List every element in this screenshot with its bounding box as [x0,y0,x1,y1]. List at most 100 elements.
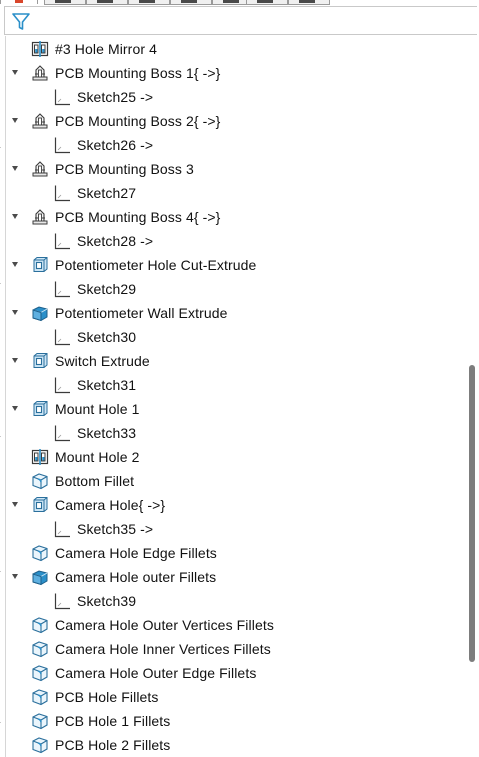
sketch-icon [53,592,71,610]
tab-extra[interactable] [288,0,330,5]
mounting-boss-icon [31,112,49,130]
cut-extrude-icon [31,496,49,514]
tree-item-label: Sketch30 [77,329,137,345]
boss-extrude-icon [31,304,49,322]
tree-feature-row[interactable]: #3 Hole Mirror 4 [6,37,466,61]
sketch-icon [53,136,71,154]
property-icon [55,0,71,3]
expander-chevron-icon[interactable] [12,502,18,507]
filter-icon[interactable] [12,12,30,36]
expander-chevron-icon[interactable] [12,358,18,363]
cut-extrude-icon [31,400,49,418]
tree-item-label: Camera Hole Inner Vertices Fillets [55,641,271,657]
sketch-icon [53,280,71,298]
tree-item-label: Bottom Fillet [55,473,135,489]
tree-filter[interactable] [4,6,477,35]
appearance-icon [257,0,273,3]
tree-feature-row[interactable]: PCB Mounting Boss 4{ ->} [6,205,466,229]
sketch-icon [53,328,71,346]
tree-item-label: Camera Hole Outer Edge Fillets [55,665,257,681]
feature-tree: #3 Hole Mirror 4 PCB Mounting Boss 1{ ->}… [5,36,476,757]
tree-item-label: Mount Hole 2 [55,449,140,465]
tree-child-row[interactable]: Sketch26 -> [6,133,466,157]
boss-extrude-icon [31,568,49,586]
tree-item-label: Sketch27 [77,185,137,201]
tree-child-row[interactable]: Sketch35 -> [6,517,466,541]
fillet-icon [31,688,49,706]
tree-item-label: PCB Hole 1 Fillets [55,713,171,729]
tree-item-label: Sketch33 [77,425,137,441]
expander-chevron-icon[interactable] [12,262,18,267]
tree-item-label: Sketch29 [77,281,137,297]
tree-item-label: PCB Hole Fillets [55,689,159,705]
expander-chevron-icon[interactable] [12,214,18,219]
hole-series-icon [31,40,49,58]
tree-feature-row[interactable]: Mount Hole 1 [6,397,466,421]
sketch-icon [53,184,71,202]
tree-child-row[interactable]: Sketch25 -> [6,85,466,109]
tree-feature-row[interactable]: PCB Hole 2 Fillets [6,733,466,757]
tab-propertymanager[interactable] [44,0,86,5]
tab-featuremanager[interactable] [0,0,38,4]
cut-extrude-icon [31,256,49,274]
sketch-icon [53,232,71,250]
expander-chevron-icon[interactable] [12,310,18,315]
dimxpert-icon [139,0,155,3]
vertical-scrollbar[interactable] [467,36,477,757]
tree-child-row[interactable]: Sketch28 -> [6,229,466,253]
tree-child-row[interactable]: Sketch39 [6,589,466,613]
divider [0,436,1,437]
tree-feature-row[interactable]: Potentiometer Hole Cut-Extrude [6,253,466,277]
cut-extrude-icon [31,352,49,370]
tree-feature-row[interactable]: PCB Hole Fillets [6,685,466,709]
tree-item-label: Mount Hole 1 [55,401,140,417]
expander-chevron-icon[interactable] [12,406,18,411]
expander-chevron-icon[interactable] [12,118,18,123]
tree-item-label: #3 Hole Mirror 4 [55,41,157,57]
tree-child-row[interactable]: Sketch27 [6,181,466,205]
tab-appearance[interactable] [246,0,288,5]
scrollbar-thumb[interactable] [469,365,475,662]
tree-feature-row[interactable]: Mount Hole 2 [6,445,466,469]
display-icon [181,0,197,3]
tree-item-label: Camera Hole Outer Vertices Fillets [55,617,274,633]
tree-feature-row[interactable]: PCB Mounting Boss 2{ ->} [6,109,466,133]
tree-feature-row[interactable]: Camera Hole Edge Fillets [6,541,466,565]
tree-child-row[interactable]: Sketch33 [6,421,466,445]
fillet-icon [31,736,49,754]
tree-feature-row[interactable]: Camera Hole outer Fillets [6,565,466,589]
tab-dimxpert[interactable] [128,0,170,5]
tree-feature-row[interactable]: Bottom Fillet [6,469,466,493]
tree-child-row[interactable]: Sketch31 [6,373,466,397]
tree-feature-row[interactable]: Camera Hole Outer Vertices Fillets [6,613,466,637]
expander-chevron-icon[interactable] [12,166,18,171]
tree-feature-row[interactable]: PCB Mounting Boss 3 [6,157,466,181]
tree-item-label: Camera Hole{ ->} [55,497,166,513]
tree-item-label: PCB Mounting Boss 2{ ->} [55,113,221,129]
tree-item-label: Sketch39 [77,593,137,609]
expander-chevron-icon[interactable] [12,574,18,579]
tree-feature-row[interactable]: Camera Hole Outer Edge Fillets [6,661,466,685]
expander-chevron-icon[interactable] [12,70,18,75]
tab-configurationmanager[interactable] [86,0,128,5]
tab-display[interactable] [170,0,212,5]
tree-feature-row[interactable]: PCB Mounting Boss 1{ ->} [6,61,466,85]
configuration-icon [97,0,113,3]
cam-icon [223,0,239,3]
mounting-boss-icon [31,64,49,82]
mounting-boss-icon [31,160,49,178]
tree-feature-row[interactable]: Camera Hole Inner Vertices Fillets [6,637,466,661]
tree-feature-row[interactable]: Switch Extrude [6,349,466,373]
tree-item-label: Camera Hole outer Fillets [55,569,217,585]
tree-child-row[interactable]: Sketch29 [6,277,466,301]
tree-feature-row[interactable]: Potentiometer Wall Extrude [6,301,466,325]
tree-child-row[interactable]: Sketch30 [6,325,466,349]
tree-item-label: Sketch31 [77,377,137,393]
tree-item-label: PCB Mounting Boss 3 [55,161,194,177]
tree-item-label: Potentiometer Wall Extrude [55,305,228,321]
tree-feature-row[interactable]: Camera Hole{ ->} [6,493,466,517]
tree-feature-row[interactable]: PCB Hole 1 Fillets [6,709,466,733]
tree-item-label: Camera Hole Edge Fillets [55,545,217,561]
tree-item-label: Sketch26 -> [77,137,154,153]
fillet-icon [31,712,49,730]
